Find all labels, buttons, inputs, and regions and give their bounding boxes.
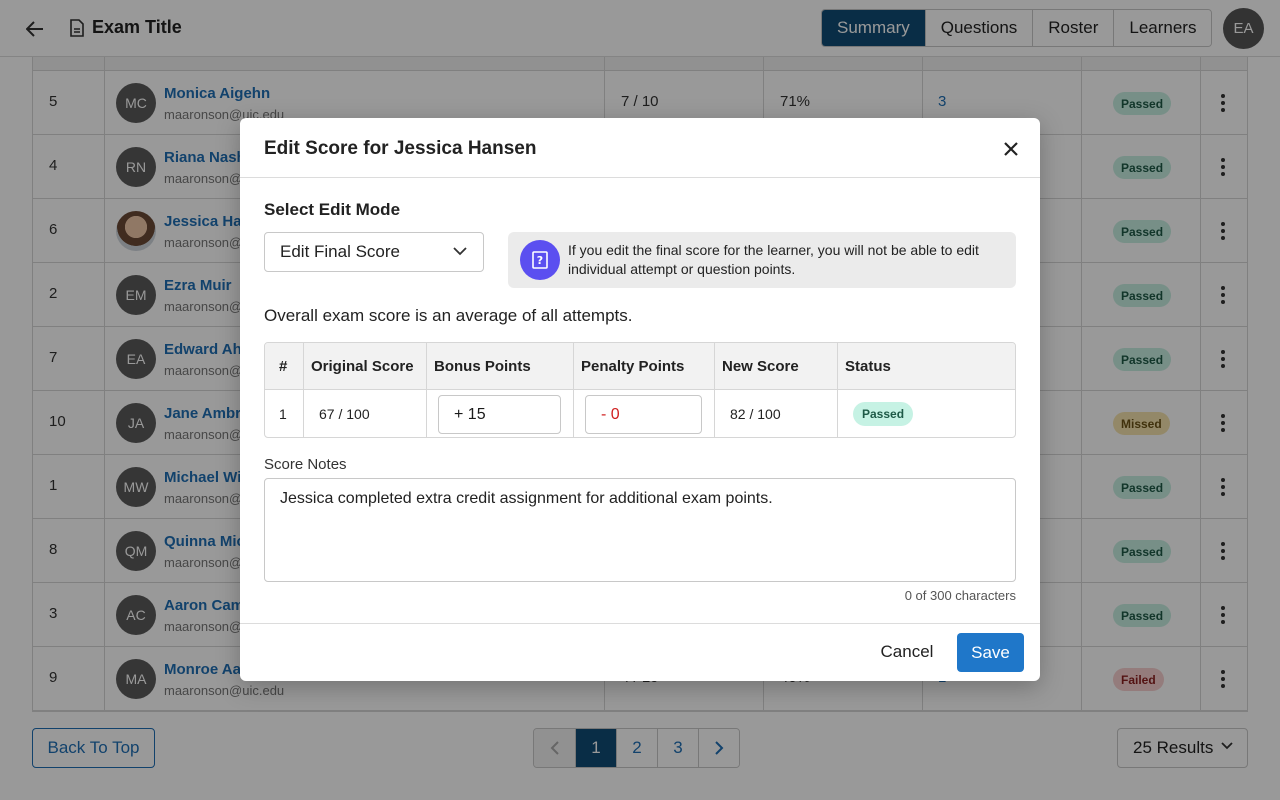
dialog-title: Edit Score for Jessica Hansen [264, 138, 537, 159]
score-table: # Original Score Bonus Points Penalty Po… [264, 342, 1016, 438]
penalty-points-input[interactable]: - 0 [585, 395, 702, 434]
character-count: 0 of 300 characters [904, 588, 1016, 603]
col-bonus-points: Bonus Points [434, 358, 531, 375]
new-score: 82 / 100 [730, 406, 781, 422]
col-penalty-points: Penalty Points [581, 358, 685, 375]
col-status: Status [845, 358, 891, 375]
bonus-points-input[interactable]: + 15 [438, 395, 561, 434]
close-icon[interactable] [1000, 138, 1022, 160]
col-new-score: New Score [722, 358, 799, 375]
score-table-header: # Original Score Bonus Points Penalty Po… [265, 343, 1015, 390]
info-text: If you edit the final score for the lear… [568, 242, 979, 277]
status-badge: Passed [853, 402, 914, 426]
row-number: 1 [279, 406, 287, 422]
dialog-header: Edit Score for Jessica Hansen [240, 118, 1040, 178]
save-button[interactable]: Save [957, 633, 1024, 672]
cancel-button[interactable]: Cancel [870, 633, 944, 671]
overall-score-note: Overall exam score is an average of all … [264, 306, 633, 325]
original-score: 67 / 100 [319, 406, 370, 422]
svg-text:?: ? [537, 254, 543, 267]
chevron-down-icon [453, 247, 467, 256]
edit-mode-value: Edit Final Score [280, 242, 400, 261]
edit-mode-select[interactable]: Edit Final Score [264, 232, 484, 272]
edit-score-dialog: Edit Score for Jessica Hansen Select Edi… [240, 118, 1040, 681]
info-banner: ? If you edit the final score for the le… [508, 232, 1016, 288]
score-notes-label: Score Notes [264, 456, 347, 473]
col-original-score: Original Score [311, 358, 414, 375]
score-notes-textarea[interactable]: Jessica completed extra credit assignmen… [264, 478, 1016, 582]
col-number: # [279, 358, 288, 375]
dialog-footer-divider [240, 623, 1040, 624]
table-row: 1 67 / 100 + 15 - 0 82 / 100 Passed [265, 390, 1015, 437]
edit-mode-label: Select Edit Mode [264, 200, 401, 219]
help-icon: ? [520, 240, 560, 280]
